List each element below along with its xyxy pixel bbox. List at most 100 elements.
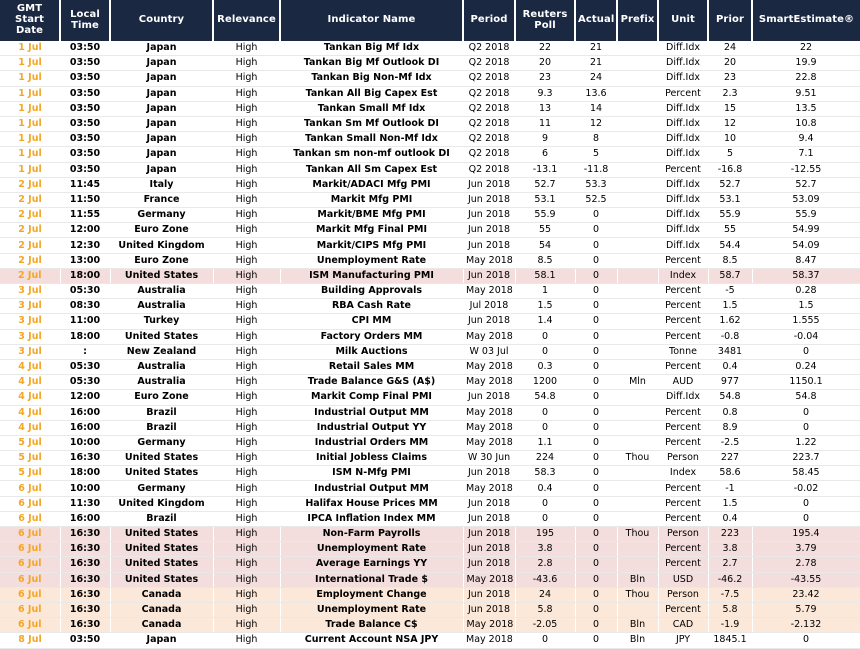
cell-actual: -11.8: [575, 162, 617, 178]
cell-period: Jun 2018: [463, 511, 515, 528]
cell-unit: Diff.Idx: [658, 55, 708, 72]
table-row[interactable]: 2 Jul 11:50 France High Markit Mfg PMI Jun 20…: [0, 192, 860, 209]
table-row[interactable]: 4 Jul 05:30 Australia High Trade Balance G&S…: [0, 374, 860, 391]
cell-poll: 58.1: [515, 268, 576, 285]
table-row[interactable]: 1 Jul 03:50 Japan High Tankan Sm Mf Outlook …: [0, 116, 860, 133]
cell-date: 2 Jul: [0, 237, 60, 254]
table-row[interactable]: 1 Jul 03:50 Japan High Tankan Small Non-Mf I…: [0, 131, 860, 148]
cell-prefix: [617, 283, 658, 300]
cell-period: May 2018: [463, 572, 516, 588]
table-row[interactable]: 6 Jul 11:30 United Kingdom High Halifax Hous…: [0, 496, 860, 512]
column-header-unit[interactable]: Unit: [658, 0, 709, 41]
cell-time: 08:30: [60, 298, 110, 315]
table-row[interactable]: 1 Jul 03:50 Japan High Tankan Small Mf Idx Q2…: [0, 101, 860, 117]
table-row[interactable]: 1 Jul 03:50 Japan High Tankan Big Non-Mf Idx…: [0, 70, 860, 87]
cell-date: 2 Jul: [0, 268, 61, 285]
column-header-smart[interactable]: SmartEstimate®: [752, 0, 860, 41]
table-row[interactable]: 5 Jul 18:00 United States High ISM N-Mfg PMI…: [0, 465, 860, 482]
cell-period: May 2018: [463, 435, 515, 452]
cell-actual: 0: [575, 313, 617, 330]
cell-unit: AUD: [658, 374, 708, 391]
cell-period: W 03 Jul: [463, 344, 515, 360]
cell-country: United States: [110, 541, 214, 558]
cell-smart: 9.51: [752, 86, 860, 102]
table-row[interactable]: 4 Jul 12:00 Euro Zone High Markit Comp Final…: [0, 389, 860, 406]
table-row[interactable]: 5 Jul 16:30 United States High Initial Joble…: [0, 450, 860, 467]
cell-relevance: High: [213, 237, 280, 254]
table-row[interactable]: 6 Jul 16:30 Canada High Employment Change Jun…: [0, 587, 860, 603]
column-header-period[interactable]: Period: [463, 0, 516, 41]
column-header-poll[interactable]: Reuters Poll: [515, 0, 576, 41]
table-row[interactable]: 3 Jul 08:30 Australia High RBA Cash Rate Jul …: [0, 298, 860, 315]
column-header-relevance[interactable]: Relevance: [213, 0, 281, 41]
cell-prefix: [617, 556, 659, 573]
cell-actual: 0: [575, 496, 617, 512]
cell-date: 6 Jul: [0, 602, 61, 619]
table-row[interactable]: 2 Jul 11:55 Germany High Markit/BME Mfg PMI J…: [0, 207, 860, 224]
cell-period: Q2 2018: [463, 116, 515, 133]
cell-indicator: Unemployment Rate: [280, 253, 463, 269]
table-row[interactable]: 3 Jul: New Zealand High Milk Auctions W 03 J…: [0, 344, 860, 360]
cell-country: Australia: [110, 374, 213, 391]
cell-period: Jun 2018: [463, 587, 516, 603]
table-row[interactable]: 6 Jul 16:30 United States High Unemployment …: [0, 541, 860, 558]
table-row[interactable]: 8 Jul 03:50 Japan High Current Account NSA J…: [0, 632, 860, 649]
table-row[interactable]: 2 Jul 13:00 Euro Zone High Unemployment Rate…: [0, 253, 860, 269]
table-row[interactable]: 1 Jul 03:50 Japan High Tankan Big Mf Idx Q2 2…: [0, 40, 860, 57]
column-header-indicator[interactable]: Indicator Name: [280, 0, 464, 41]
cell-unit: Diff.Idx: [658, 70, 708, 87]
table-row[interactable]: 2 Jul 11:45 Italy High Markit/ADACI Mfg PMI J…: [0, 177, 860, 193]
cell-poll: 2.8: [515, 556, 576, 573]
table-row[interactable]: 6 Jul 16:00 Brazil High IPCA Inflation Index…: [0, 511, 860, 528]
column-header-actual[interactable]: Actual: [575, 0, 618, 41]
table-row[interactable]: 3 Jul 18:00 United States High Factory Order…: [0, 329, 860, 345]
table-row[interactable]: 3 Jul 11:00 Turkey High CPI MM Jun 2018 1.4 0 Pe…: [0, 313, 860, 330]
cell-poll: 0: [515, 329, 575, 345]
table-row[interactable]: 5 Jul 10:00 Germany High Industrial Orders M…: [0, 435, 860, 452]
cell-time: 16:30: [60, 556, 111, 573]
cell-date: 1 Jul: [0, 40, 60, 57]
column-header-country[interactable]: Country: [110, 0, 214, 41]
cell-actual: 0: [575, 617, 618, 634]
table-row[interactable]: 1 Jul 03:50 Japan High Tankan Big Mf Outlook…: [0, 55, 860, 72]
cell-country: Japan: [110, 162, 213, 178]
cell-prefix: [617, 192, 658, 209]
cell-indicator: Industrial Orders MM: [280, 435, 463, 452]
table-row[interactable]: 3 Jul 05:30 Australia High Building Approval…: [0, 283, 860, 300]
table-row[interactable]: 2 Jul 12:30 United Kingdom High Markit/CIPS …: [0, 237, 860, 254]
cell-prior: 0.8: [708, 405, 752, 421]
table-row[interactable]: 6 Jul 16:30 United States High Average Earni…: [0, 556, 860, 573]
cell-date: 6 Jul: [0, 480, 60, 497]
table-row[interactable]: 6 Jul 16:30 United States High International…: [0, 572, 860, 588]
table-row[interactable]: 4 Jul 05:30 Australia High Retail Sales MM Ma…: [0, 359, 860, 376]
cell-date: 1 Jul: [0, 146, 60, 163]
cell-prior: 227: [708, 450, 752, 467]
table-row[interactable]: 4 Jul 16:00 Brazil High Industrial Output MM…: [0, 405, 860, 421]
table-row[interactable]: 4 Jul 16:00 Brazil High Industrial Output YY…: [0, 420, 860, 436]
column-header-prefix[interactable]: Prefix: [617, 0, 659, 41]
cell-country: Euro Zone: [110, 222, 213, 239]
table-row[interactable]: 6 Jul 16:30 United States High Non-Farm Payr…: [0, 526, 860, 543]
cell-smart: 2.78: [752, 556, 860, 573]
cell-smart: 0: [752, 420, 860, 436]
table-row[interactable]: 1 Jul 03:50 Japan High Tankan All Sm Capex E…: [0, 162, 860, 178]
table-row[interactable]: 2 Jul 18:00 United States High ISM Manufactu…: [0, 268, 860, 285]
column-header-date[interactable]: GMT Start Date: [0, 0, 61, 41]
column-header-prior[interactable]: Prior: [708, 0, 753, 41]
table-row[interactable]: 2 Jul 12:00 Euro Zone High Markit Mfg Final …: [0, 222, 860, 239]
cell-poll: 52.7: [515, 177, 575, 193]
cell-prior: -2.5: [708, 435, 752, 452]
table-row[interactable]: 6 Jul 16:30 Canada High Trade Balance C$ May …: [0, 617, 860, 634]
table-row[interactable]: 1 Jul 03:50 Japan High Tankan sm non-mf outl…: [0, 146, 860, 163]
table-row[interactable]: 6 Jul 16:30 Canada High Unemployment Rate Jun…: [0, 602, 860, 619]
cell-time: 03:50: [60, 131, 110, 148]
cell-indicator: Tankan All Sm Capex Est: [280, 162, 463, 178]
cell-poll: 11: [515, 116, 575, 133]
cell-poll: 0: [515, 511, 575, 528]
cell-prefix: Bln: [617, 617, 659, 634]
cell-unit: Person: [658, 526, 709, 543]
column-header-time[interactable]: Local Time: [60, 0, 111, 41]
table-row[interactable]: 6 Jul 10:00 Germany High Industrial Output M…: [0, 480, 860, 497]
cell-smart: 52.7: [752, 177, 860, 193]
table-row[interactable]: 1 Jul 03:50 Japan High Tankan All Big Capex …: [0, 86, 860, 102]
